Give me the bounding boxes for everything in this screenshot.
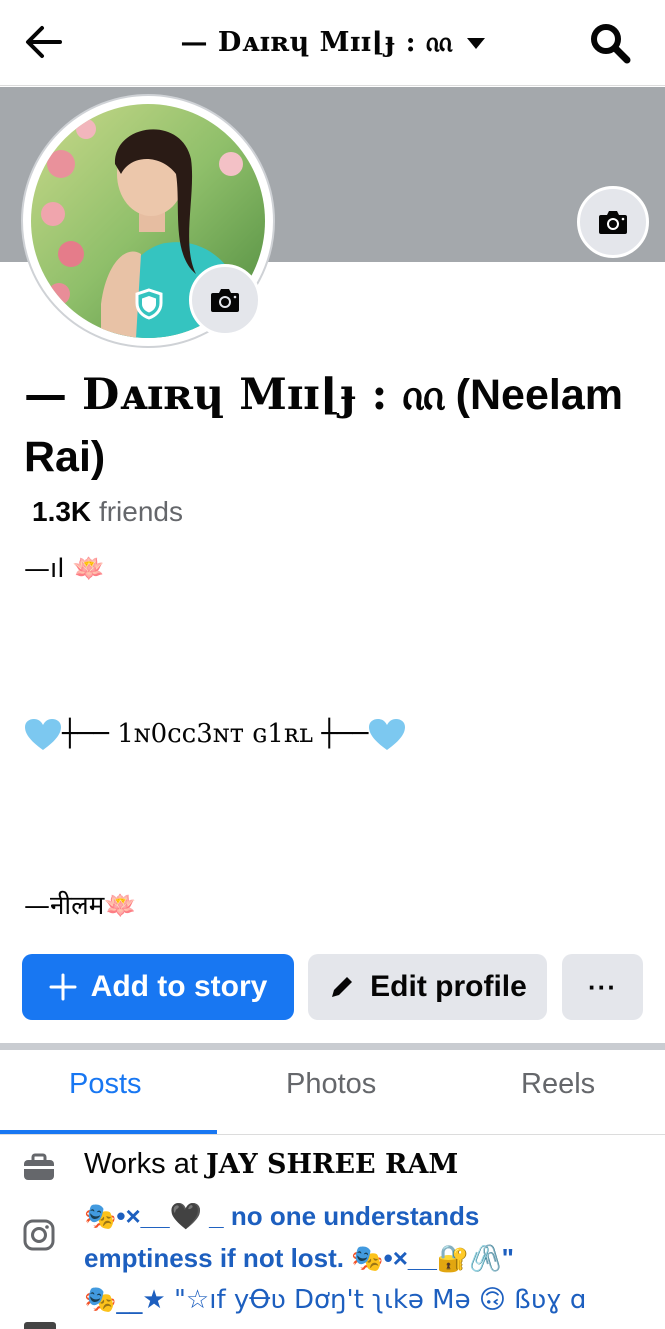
bio-line-1: —ıl 🪷 — [24, 554, 106, 584]
pencil-icon — [332, 977, 353, 997]
top-bar: — Dᴀɪʀɥ Mɪɪ⌊ɟ : ᦶ — [0, 0, 665, 86]
bio-line-2-text: ┼── 1ɴ0ᴄᴄ3ɴᴛ ɢ1ʀʟ ┼── — [62, 719, 369, 749]
tab-posts[interactable]: Posts — [69, 1068, 142, 1101]
profile-guard-shield-icon — [135, 288, 163, 320]
profile-switcher[interactable]: — Dᴀɪʀɥ Mɪɪ⌊ɟ : ᦶ — [0, 0, 665, 86]
more-options-icon: ··· — [588, 971, 617, 1002]
instagram-line-1: 🎭•×__🖤 _ no one understands — [84, 1201, 480, 1231]
section-divider — [0, 1043, 665, 1050]
tab-reels[interactable]: Reels — [521, 1068, 595, 1101]
camera-icon — [599, 211, 627, 234]
next-detail-icon — [24, 1322, 56, 1329]
profile-name-fancy: — Dᴀɪʀɥ Mɪɪ⌊ɟ : ᦶ — [24, 370, 444, 420]
edit-profile-picture-button[interactable] — [189, 264, 261, 336]
profile-name: — Dᴀɪʀɥ Mɪɪ⌊ɟ : ᦶ (Neelam Rai) — [24, 364, 644, 488]
instagram-icon — [23, 1219, 55, 1251]
edit-profile-button[interactable]: Edit profile — [308, 954, 547, 1020]
tab-photos[interactable]: Photos — [286, 1068, 376, 1101]
header-title: — Dᴀɪʀɥ Mɪɪ⌊ɟ : ᦶ — [180, 26, 453, 58]
tabs-border — [0, 1134, 665, 1135]
add-to-story-label: Add to story — [90, 970, 268, 1003]
edit-profile-label: Edit profile — [370, 970, 527, 1003]
bio-line-2: ┼── 1ɴ0ᴄᴄ3ɴᴛ ɢ1ʀʟ ┼── — [24, 718, 406, 752]
friends-count[interactable]: 1.3K friends — [32, 496, 183, 528]
add-to-story-button[interactable]: Add to story — [22, 954, 294, 1020]
search-button[interactable] — [589, 22, 631, 64]
camera-icon — [211, 289, 239, 312]
caret-down-icon — [466, 37, 485, 49]
light-blue-heart-icon — [25, 719, 61, 750]
friends-count-value: 1.3K — [32, 496, 92, 527]
instagram-bio-link[interactable]: 🎭•×__🖤 _ no one understands emptiness if… — [84, 1195, 659, 1321]
light-blue-heart-icon — [369, 719, 406, 750]
instagram-line-2: emptiness if not lost. 🎭•×__🔐🖇️" — [84, 1243, 514, 1273]
bio-line-3: —नीलम🪷 — [24, 891, 137, 921]
work-prefix: Works at — [84, 1148, 198, 1180]
more-options-button[interactable]: ··· — [562, 954, 643, 1020]
work-place[interactable]: JAY SHREE RAM — [206, 1149, 458, 1180]
instagram-line-3: 🎭__★ "☆ıf yꝊʋ Dơŋ't ʅɩkə Mə 🙃 ßʋɣ ɑ — [84, 1285, 587, 1315]
friends-count-label: friends — [98, 496, 183, 527]
briefcase-icon — [24, 1153, 54, 1180]
plus-icon — [49, 973, 77, 1001]
search-icon — [591, 24, 631, 64]
edit-cover-button[interactable] — [577, 186, 649, 258]
